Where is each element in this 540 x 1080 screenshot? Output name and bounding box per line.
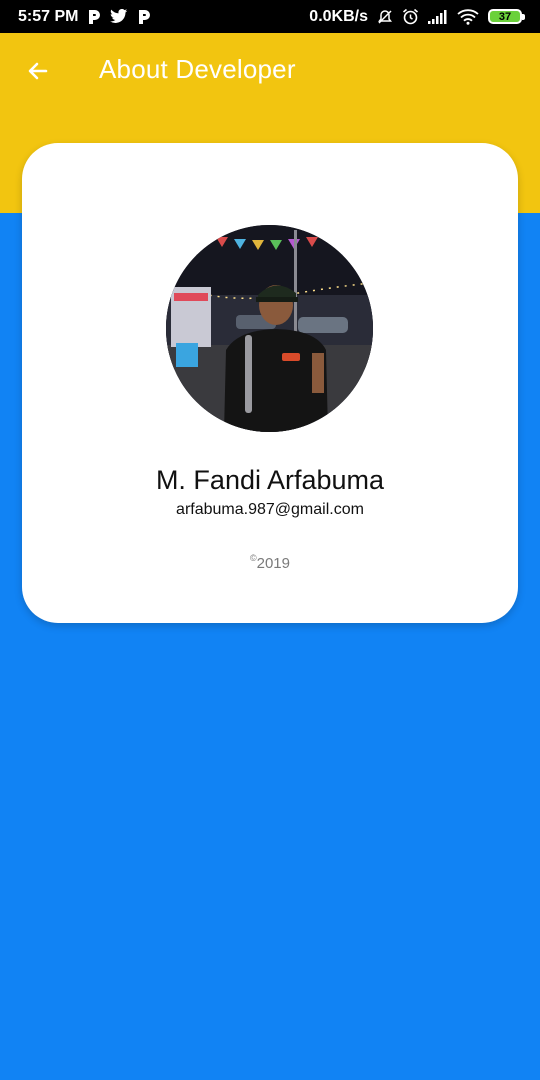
status-bar-left: 5:57 PM xyxy=(18,8,151,26)
arrow-left-icon xyxy=(28,62,48,80)
p-app-icon xyxy=(87,9,101,25)
developer-email: arfabuma.987@gmail.com xyxy=(176,501,364,518)
mute-icon xyxy=(377,9,393,25)
developer-name: M. Fandi Arfabuma xyxy=(155,465,385,495)
p-app-icon xyxy=(137,9,151,25)
status-time: 5:57 PM xyxy=(18,7,79,25)
wifi-icon xyxy=(457,8,479,25)
network-speed: 0.0KB/s xyxy=(309,7,368,25)
signal-icon xyxy=(428,9,448,24)
battery-icon: 37 xyxy=(488,9,525,24)
twitter-icon xyxy=(110,9,128,24)
copyright-symbol: © xyxy=(249,553,257,563)
avatar xyxy=(166,225,373,432)
status-bar-right: 0.0KB/s 37 xyxy=(309,7,525,26)
alarm-icon xyxy=(402,8,419,25)
back-button[interactable] xyxy=(20,53,56,89)
copyright-year: 2019 xyxy=(256,555,290,572)
developer-card: M. Fandi Arfabuma arfabuma.987@gmail.com… xyxy=(22,143,518,623)
copyright-text: ©2019 xyxy=(22,553,518,572)
page-title: About Developer xyxy=(99,54,296,84)
status-bar: 5:57 PM 0.0KB/s 37 xyxy=(0,0,540,33)
battery-level: 37 xyxy=(498,10,512,23)
